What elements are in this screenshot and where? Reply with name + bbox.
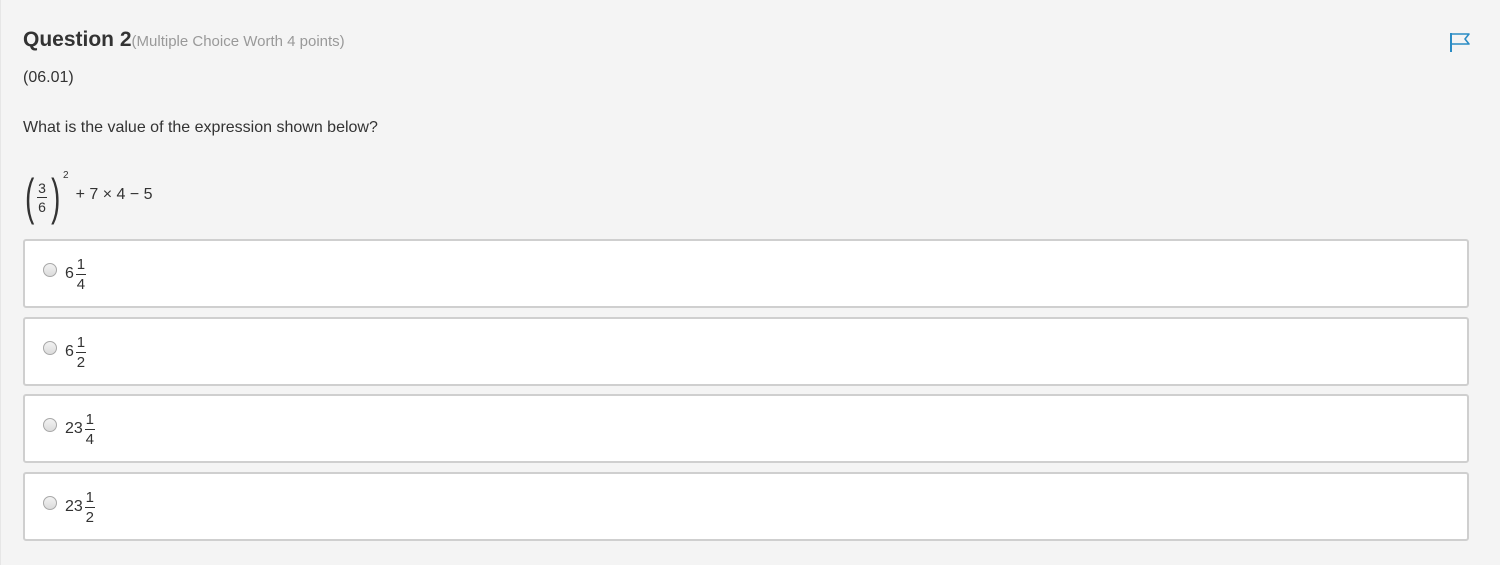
math-expression: ( 3 6 ) 2 + 7 × 4 − 5 xyxy=(22,169,153,225)
fraction-bar xyxy=(37,196,47,198)
question-code: (06.01) xyxy=(23,69,74,86)
answer-numerator: 1 xyxy=(76,333,86,351)
answer-numerator: 1 xyxy=(76,255,86,273)
answer-fraction: 1 4 xyxy=(75,255,86,293)
question-header: Question 2(Multiple Choice Worth 4 point… xyxy=(23,28,345,52)
expression-denominator: 6 xyxy=(38,198,46,215)
answer-whole: 6 xyxy=(65,265,74,282)
expression-fraction: 3 6 xyxy=(37,180,47,215)
flag-icon[interactable] xyxy=(1448,31,1472,53)
fraction-bar xyxy=(84,428,95,430)
answer-whole: 23 xyxy=(65,420,83,437)
answer-fraction: 1 2 xyxy=(84,488,95,526)
answer-value: 23 1 4 xyxy=(65,409,96,449)
answer-radio[interactable] xyxy=(43,496,57,510)
answer-denominator: 4 xyxy=(76,275,86,293)
fraction-bar xyxy=(75,273,86,275)
answer-option-2[interactable]: 6 1 2 xyxy=(23,317,1469,386)
answer-option-3[interactable]: 23 1 4 xyxy=(23,394,1469,463)
answer-whole: 23 xyxy=(65,498,83,515)
answer-denominator: 2 xyxy=(76,353,86,371)
answer-value: 23 1 2 xyxy=(65,487,96,527)
answer-value: 6 1 2 xyxy=(65,332,87,372)
question-subtitle: (Multiple Choice Worth 4 points) xyxy=(131,33,345,50)
answer-numerator: 1 xyxy=(85,488,94,506)
answer-fraction: 1 4 xyxy=(84,410,95,448)
answer-value: 6 1 4 xyxy=(65,254,87,294)
fraction-bar xyxy=(84,506,95,508)
answer-numerator: 1 xyxy=(85,410,94,428)
expression-numerator: 3 xyxy=(38,179,46,196)
answer-denominator: 2 xyxy=(85,508,94,526)
expression-exponent: 2 xyxy=(63,170,69,181)
answer-whole: 6 xyxy=(65,343,74,360)
answer-fraction: 1 2 xyxy=(75,333,86,371)
answer-option-4[interactable]: 23 1 2 xyxy=(23,472,1469,541)
question-prompt: What is the value of the expression show… xyxy=(23,119,378,136)
answer-radio[interactable] xyxy=(43,263,57,277)
expression-rest: + 7 × 4 − 5 xyxy=(75,186,153,203)
answer-denominator: 4 xyxy=(85,430,94,448)
answer-radio[interactable] xyxy=(43,418,57,432)
right-paren: ) xyxy=(51,169,61,225)
answer-option-1[interactable]: 6 1 4 xyxy=(23,239,1469,308)
answer-radio[interactable] xyxy=(43,341,57,355)
question-title: Question 2 xyxy=(23,28,132,51)
question-page: Question 2(Multiple Choice Worth 4 point… xyxy=(0,0,1500,565)
fraction-bar xyxy=(75,351,86,353)
left-paren: ( xyxy=(25,169,35,225)
